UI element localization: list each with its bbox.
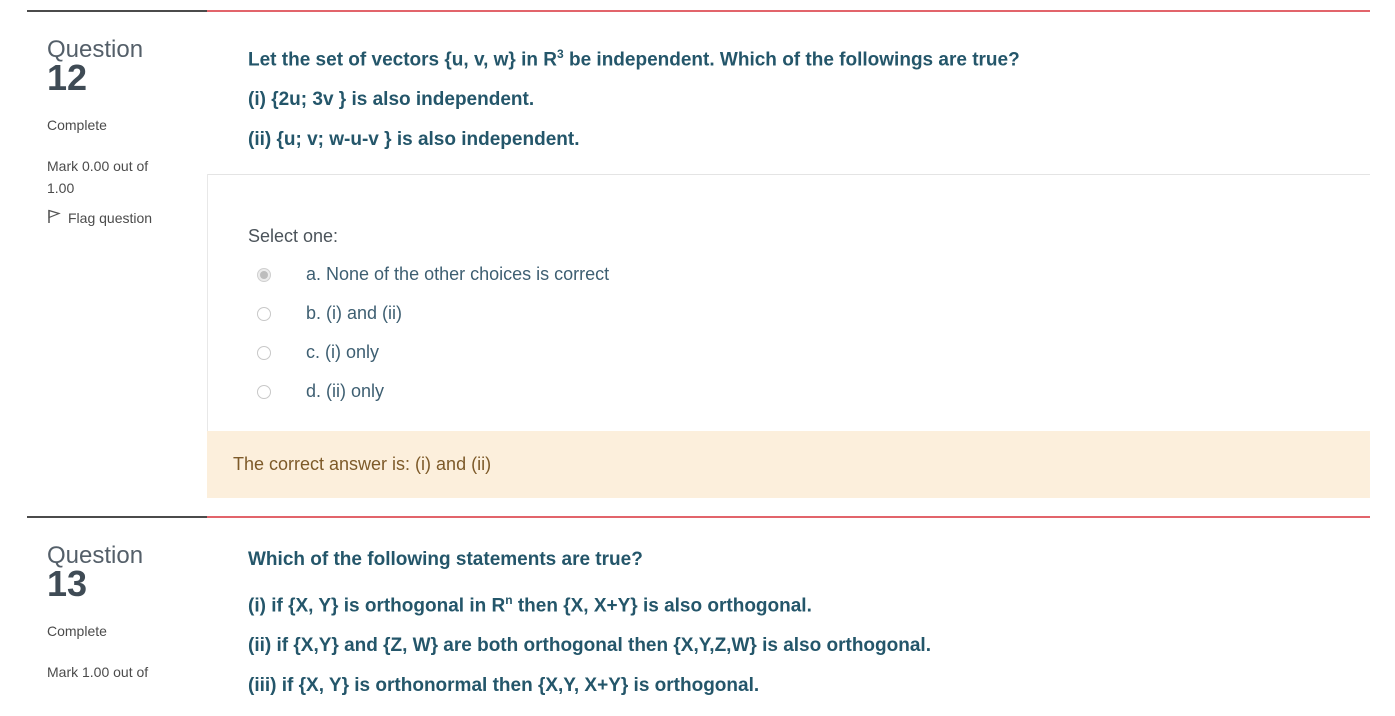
option-c[interactable]: c. (i) only	[248, 333, 609, 372]
select-one-prompt: Select one:	[248, 226, 339, 246]
question-12: Question 12 Complete Mark 0.00 out of 1.0…	[27, 10, 1370, 498]
correct-answer-feedback: The correct answer is: (i) and (ii)	[207, 431, 1370, 498]
option-d[interactable]: d. (ii) only	[248, 372, 609, 411]
question-content: Which of the following statements are tr…	[207, 516, 1370, 716]
divider	[207, 174, 1370, 175]
option-label[interactable]: d. (ii) only	[306, 381, 384, 402]
flag-icon	[47, 209, 68, 227]
question-text-line-3: (ii) {u; v; w-u-v } is also independent.	[248, 129, 580, 151]
question-text-line-3: (ii) if {X,Y} and {Z, W} are both orthog…	[248, 635, 931, 657]
option-b[interactable]: b. (i) and (ii)	[248, 294, 609, 333]
text-part: Let the set of vectors {u, v, w} in R	[248, 49, 557, 71]
question-state: Complete	[47, 623, 107, 639]
radio-button[interactable]	[257, 345, 271, 360]
question-grade: Mark 0.00 out of 1.00	[47, 155, 167, 199]
flag-question-label: Flag question	[68, 210, 153, 226]
question-info: Question 12 Complete Mark 0.00 out of 1.0…	[27, 10, 207, 496]
radio-button[interactable]	[257, 384, 271, 399]
answer-block: Select one: a. None of the other choices…	[248, 226, 609, 411]
question-info: Question 13 Complete Mark 1.00 out of	[27, 516, 207, 716]
question-state: Complete	[47, 117, 107, 133]
superscript: n	[505, 593, 513, 607]
question-text-line-2: (i) {2u; 3v } is also independent.	[248, 89, 535, 111]
radio-button[interactable]	[257, 267, 271, 282]
text-part: be independent. Which of the followings …	[563, 49, 1020, 71]
question-text-line-1: Which of the following statements are tr…	[248, 549, 643, 570]
option-label[interactable]: a. None of the other choices is correct	[306, 264, 609, 285]
question-text-line-2: (i) if {X, Y} is orthogonal in Rn then {…	[248, 580, 1370, 626]
radio-button[interactable]	[257, 306, 271, 321]
question-grade: Mark 1.00 out of	[47, 664, 149, 680]
option-label[interactable]: b. (i) and (ii)	[306, 303, 402, 324]
question-text: Let the set of vectors {u, v, w} in R3 b…	[207, 12, 1370, 160]
grade-line-2: 1.00	[47, 180, 75, 196]
superscript: 3	[557, 47, 564, 61]
question-content: Let the set of vectors {u, v, w} in R3 b…	[207, 10, 1370, 498]
option-label[interactable]: c. (i) only	[306, 342, 379, 363]
option-a[interactable]: a. None of the other choices is correct	[248, 255, 609, 294]
text-part: then {X, X+Y} is also orthogonal.	[512, 595, 812, 617]
flag-question-button[interactable]: Flag question	[47, 209, 207, 227]
question-number: 13	[47, 563, 88, 604]
question-text-line-4: (iii) if {X, Y} is orthonormal then {X,Y…	[248, 675, 760, 697]
question-text: Which of the following statements are tr…	[207, 518, 1370, 706]
grade-line-1: Mark 0.00 out of	[47, 158, 149, 174]
text-part: (i) if {X, Y} is orthogonal in R	[248, 595, 506, 617]
question-text-line-1: Let the set of vectors {u, v, w} in R3 b…	[248, 34, 1370, 80]
question-number: 12	[47, 57, 88, 98]
question-13: Question 13 Complete Mark 1.00 out of Wh…	[27, 516, 1370, 716]
